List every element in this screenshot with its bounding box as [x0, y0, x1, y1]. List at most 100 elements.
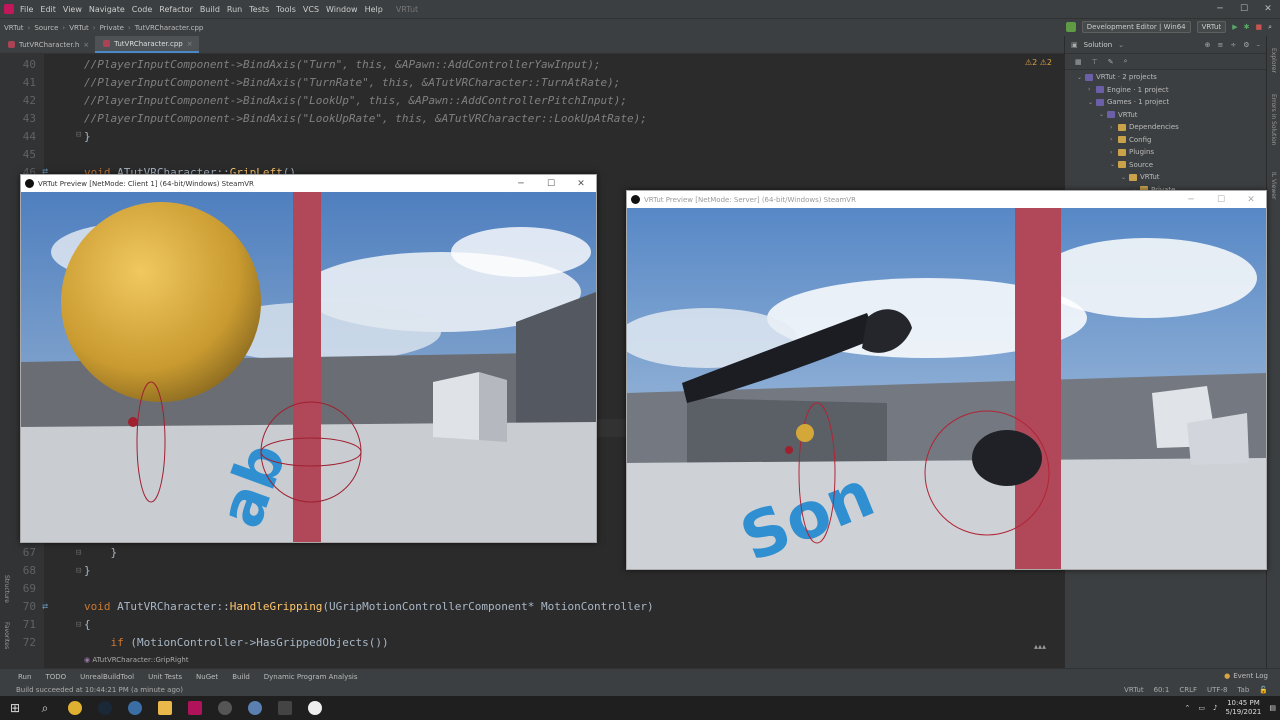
viewport-server[interactable]: Son — [627, 208, 1266, 569]
code-line[interactable]: //PlayerInputComponent->BindAxis("LookUp… — [84, 112, 647, 125]
menu-item-vcs[interactable]: VCS — [303, 5, 319, 14]
menu-item-edit[interactable]: Edit — [40, 5, 56, 14]
rider-icon[interactable] — [184, 697, 206, 719]
viewport-client[interactable]: ab — [21, 192, 596, 542]
debug-icon[interactable]: ✱ — [1244, 23, 1250, 31]
errors-tab[interactable]: Errors in Solution — [1270, 94, 1277, 145]
explorer-tab[interactable]: Explorer — [1270, 48, 1277, 73]
menu-item-file[interactable]: File — [20, 5, 33, 14]
code-line[interactable]: void ATutVRCharacter::HandleGripping(UGr… — [84, 600, 654, 613]
solution-title[interactable]: Solution — [1084, 41, 1113, 49]
unreal-editor-icon[interactable] — [304, 697, 326, 719]
network-icon[interactable]: ▭ — [1198, 704, 1205, 712]
code-line[interactable]: { — [84, 618, 91, 631]
config-selector[interactable]: Development Editor | Win64 — [1081, 21, 1191, 33]
structure-tab[interactable]: Structure — [3, 575, 10, 603]
close-tab-icon[interactable]: × — [187, 40, 193, 48]
filter-icon[interactable]: ⊤ — [1092, 58, 1098, 66]
nav-crumb[interactable]: VRTut — [4, 24, 24, 32]
system-clock[interactable]: 10:45 PM 5/19/2021 — [1225, 699, 1261, 717]
status-encoding[interactable]: UTF-8 — [1207, 686, 1227, 694]
tree-node[interactable]: ⌄ Source — [1065, 159, 1265, 171]
il-viewer-tab[interactable]: IL Viewer — [1270, 172, 1277, 199]
fold-marker-icon[interactable]: ⊟ — [76, 620, 81, 630]
build-icon[interactable] — [1065, 22, 1076, 32]
tool-window-todo[interactable]: TODO — [45, 673, 66, 681]
tree-node[interactable]: › Config — [1065, 134, 1265, 146]
hide-icon[interactable]: – — [1257, 41, 1261, 49]
chevron-down-icon[interactable]: ⌄ — [1099, 111, 1107, 118]
menu-item-run[interactable]: Run — [227, 5, 242, 14]
chrome-icon[interactable] — [64, 697, 86, 719]
search-icon[interactable]: ⌕ — [1124, 57, 1128, 66]
code-line[interactable]: //PlayerInputComponent->BindAxis("Turn",… — [84, 58, 601, 71]
tool-window-dynamic-program-analysis[interactable]: Dynamic Program Analysis — [264, 673, 358, 681]
close-icon[interactable]: ✕ — [1236, 195, 1266, 205]
tree-node[interactable]: › Dependencies — [1065, 121, 1265, 133]
notification-icon[interactable]: ▤ — [1269, 704, 1276, 712]
code-line[interactable]: } — [84, 564, 91, 577]
volume-icon[interactable]: ♪ — [1213, 704, 1217, 712]
menu-item-tools[interactable]: Tools — [276, 5, 296, 14]
menu-item-build[interactable]: Build — [200, 5, 220, 14]
tab-source-file[interactable]: TutVRCharacter.cpp × — [95, 36, 199, 53]
locate-icon[interactable]: ⊕ — [1205, 41, 1211, 49]
status-project[interactable]: VRTut — [1124, 686, 1144, 694]
fold-marker-icon[interactable]: ⊟ — [76, 566, 81, 576]
tree-node[interactable]: › Plugins — [1065, 146, 1265, 158]
app-icon[interactable] — [274, 697, 296, 719]
code-line[interactable]: //PlayerInputComponent->BindAxis("LookUp… — [84, 94, 627, 107]
preview-window-server[interactable]: VRTut Preview [NetMode: Server] (64-bit/… — [626, 190, 1267, 570]
preview-titlebar[interactable]: VRTut Preview [NetMode: Server] (64-bit/… — [627, 191, 1266, 208]
code-line[interactable]: } — [84, 130, 91, 143]
favorites-tab[interactable]: Favorites — [3, 622, 10, 649]
chevron-down-icon[interactable]: ⌄ — [1077, 74, 1085, 81]
app-icon[interactable] — [214, 697, 236, 719]
code-line[interactable]: } — [84, 546, 117, 559]
chevron-right-icon[interactable]: › — [1110, 136, 1118, 143]
search-icon[interactable]: ⌕ — [34, 697, 56, 719]
fold-marker-icon[interactable]: ⊟ — [76, 548, 81, 558]
chevron-right-icon[interactable]: › — [1110, 149, 1118, 156]
menu-item-refactor[interactable]: Refactor — [159, 5, 193, 14]
code-line[interactable]: //PlayerInputComponent->BindAxis("TurnRa… — [84, 76, 620, 89]
code-breadcrumb[interactable]: ◉ ATutVRCharacter::GripRight — [84, 656, 189, 668]
chevron-down-icon[interactable]: ⌄ — [1088, 99, 1096, 106]
steam-icon[interactable] — [94, 697, 116, 719]
expand-icon[interactable]: ÷ — [1230, 41, 1236, 49]
tool-window-nuget[interactable]: NuGet — [196, 673, 218, 681]
nav-crumb[interactable]: Private — [100, 24, 124, 32]
status-line-ending[interactable]: CRLF — [1179, 686, 1197, 694]
browser-icon[interactable] — [124, 697, 146, 719]
tree-node[interactable]: › Engine · 1 project — [1065, 84, 1265, 96]
maximize-icon[interactable]: ☐ — [1232, 4, 1256, 14]
nav-crumb[interactable]: Source — [34, 24, 58, 32]
lock-icon[interactable]: 🔓 — [1259, 686, 1268, 694]
minimize-icon[interactable]: ─ — [1176, 195, 1206, 205]
nav-crumb[interactable]: TutVRCharacter.cpp — [135, 24, 204, 32]
menu-item-help[interactable]: Help — [365, 5, 383, 14]
tool-window-run[interactable]: Run — [18, 673, 31, 681]
preview-window-client[interactable]: VRTut Preview [NetMode: Client 1] (64-bi… — [20, 174, 597, 543]
search-icon[interactable]: ⌕ — [1268, 23, 1272, 32]
tree-node[interactable]: ⌄ VRTut · 2 projects — [1065, 71, 1265, 83]
chevron-down-icon[interactable]: ⌄ — [1121, 174, 1129, 181]
maximize-icon[interactable]: ☐ — [1206, 195, 1236, 205]
tab-header-file[interactable]: TutVRCharacter.h × — [0, 36, 95, 53]
inspection-widget[interactable]: ⚠2 ⚠2 — [1025, 58, 1052, 67]
tool-window-unrealbuildtool[interactable]: UnrealBuildTool — [80, 673, 134, 681]
windows-start-icon[interactable]: ⊞ — [4, 697, 26, 719]
menu-item-view[interactable]: View — [63, 5, 82, 14]
menu-item-tests[interactable]: Tests — [249, 5, 269, 14]
maximize-icon[interactable]: ☐ — [536, 179, 566, 189]
menu-item-code[interactable]: Code — [132, 5, 152, 14]
fold-marker-icon[interactable]: ⊟ — [76, 130, 81, 140]
tree-node[interactable]: ⌄ VRTut — [1065, 171, 1265, 183]
close-icon[interactable]: ✕ — [566, 179, 596, 189]
run-icon[interactable]: ▶ — [1232, 23, 1237, 31]
chevron-down-icon[interactable]: ⌄ — [1118, 41, 1124, 49]
code-line[interactable]: if (MotionController->HasGrippedObjects(… — [84, 636, 389, 649]
status-indent[interactable]: Tab — [1237, 686, 1249, 694]
tree-node[interactable]: ⌄ Games · 1 project — [1065, 96, 1265, 108]
minimize-icon[interactable]: ─ — [1208, 4, 1232, 14]
